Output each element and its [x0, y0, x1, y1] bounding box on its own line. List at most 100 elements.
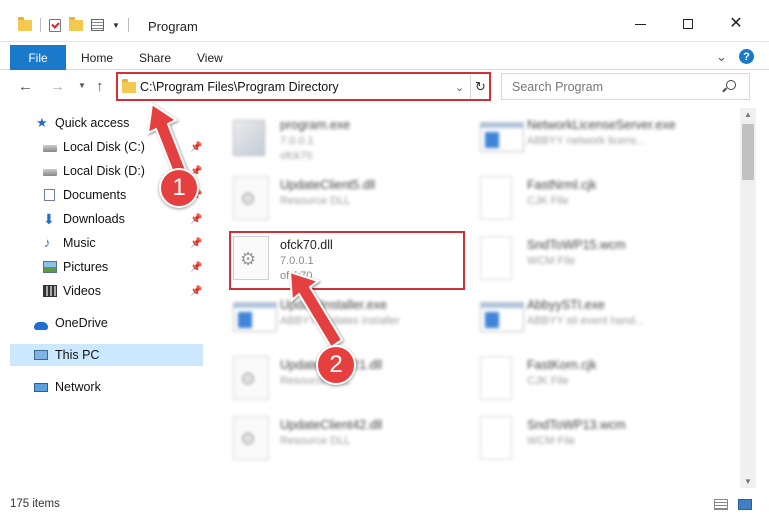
cloud-icon: [34, 322, 48, 330]
file-name: UpdateClient5.dll: [280, 178, 376, 192]
recent-locations-chevron-icon[interactable]: ▼: [78, 81, 86, 90]
expand-ribbon-chevron-icon[interactable]: ⌄: [716, 49, 727, 65]
sidebar-item-label: Downloads: [63, 212, 125, 226]
search-box[interactable]: Search Program: [501, 73, 750, 100]
help-icon[interactable]: ?: [739, 49, 754, 64]
sidebar-item-music[interactable]: ♪ Music 📌: [10, 232, 203, 254]
address-history-chevron-icon[interactable]: ⌄: [455, 81, 464, 94]
sidebar-item-downloads[interactable]: ⬇ Downloads 📌: [10, 208, 203, 230]
file-list: program.exe 7.0.0.1 ofck70 UpdateClient5…: [205, 108, 740, 488]
maximize-button[interactable]: [674, 14, 702, 34]
document-icon: [480, 176, 512, 220]
exe-window-icon: [233, 302, 277, 332]
minimize-button[interactable]: [626, 14, 654, 34]
drive-icon: [43, 145, 57, 152]
file-name: FastKorn.cjk: [527, 358, 597, 372]
customize-toolbar-chevron-icon[interactable]: ▼: [112, 21, 120, 30]
status-bar: 175 items: [0, 494, 769, 516]
tab-home[interactable]: Home: [81, 51, 113, 65]
file-type: Resource DLL: [280, 195, 351, 207]
pin-icon[interactable]: 📌: [190, 142, 202, 153]
drive-icon: [43, 169, 57, 176]
address-row: ← → ▼ ↑ C:\Program Files\Program Directo…: [0, 72, 769, 102]
sidebar-item-quick-access[interactable]: ★ Quick access: [10, 112, 203, 134]
dll-gear-icon: [233, 236, 269, 280]
list-item[interactable]: FastNrml.cjk CJK File: [480, 174, 720, 230]
sidebar-item-label: Documents: [63, 188, 127, 202]
list-item[interactable]: UpdateInstaller.exe ABBYY updates instal…: [233, 294, 473, 350]
list-item[interactable]: UpdateClient42.dll Resource DLL: [233, 414, 473, 470]
sidebar-item-onedrive[interactable]: OneDrive: [10, 312, 203, 334]
navigation-pane: ★ Quick access Local Disk (C:) 📌 Local D…: [0, 108, 205, 488]
new-folder-icon[interactable]: [69, 16, 83, 31]
program-icon: [233, 120, 265, 156]
sidebar-item-label: OneDrive: [55, 316, 108, 330]
properties-icon[interactable]: [91, 19, 104, 31]
pin-icon[interactable]: 📌: [190, 214, 202, 225]
scroll-up-arrow-icon[interactable]: ▲: [744, 110, 752, 119]
documents-icon: [44, 189, 55, 201]
search-placeholder: Search Program: [512, 80, 604, 94]
address-path[interactable]: C:\Program Files\Program Directory: [140, 80, 339, 94]
back-arrow-icon[interactable]: ←: [18, 78, 33, 95]
list-item[interactable]: program.exe 7.0.0.1 ofck70: [233, 114, 473, 170]
step-badge-1: 1: [159, 168, 199, 208]
details-view-icon[interactable]: [714, 499, 728, 510]
music-note-icon: ♪: [44, 235, 51, 250]
search-icon[interactable]: [726, 80, 736, 90]
close-button[interactable]: ✕: [722, 14, 750, 34]
tab-view[interactable]: View: [197, 51, 223, 65]
item-count: 175 items: [10, 498, 60, 510]
scroll-down-arrow-icon[interactable]: ▼: [744, 477, 752, 486]
large-icons-view-icon[interactable]: [738, 499, 752, 510]
sidebar-item-label: This PC: [55, 348, 100, 362]
file-type: CJK File: [527, 195, 569, 207]
title-bar: ▼ Program ✕: [0, 0, 769, 42]
toolbar-separator: [40, 18, 41, 32]
list-item[interactable]: SndToWP15.wcm WCM File: [480, 234, 720, 290]
forward-arrow-icon[interactable]: →: [50, 78, 65, 95]
pin-icon[interactable]: 📌: [190, 238, 202, 249]
file-type: WCM File: [527, 255, 576, 267]
sidebar-item-label: Music: [63, 236, 96, 250]
refresh-icon[interactable]: ↻: [470, 74, 490, 99]
address-bar[interactable]: C:\Program Files\Program Directory ⌄ ↻: [117, 73, 490, 100]
sidebar-item-label: Network: [55, 380, 101, 394]
properties-check-icon[interactable]: [49, 18, 61, 32]
file-description: ofck70: [280, 150, 313, 162]
vertical-scrollbar[interactable]: ▲ ▼: [740, 108, 756, 488]
scrollbar-thumb[interactable]: [742, 124, 754, 180]
up-arrow-icon[interactable]: ↑: [96, 78, 104, 95]
file-type: CJK File: [527, 375, 569, 387]
exe-window-icon: [480, 302, 524, 332]
star-icon: ★: [36, 115, 48, 130]
file-name: program.exe: [280, 118, 351, 132]
list-item[interactable]: NetworkLicenseServer.exe ABBYY network l…: [480, 114, 720, 170]
sidebar-item-videos[interactable]: Videos 📌: [10, 280, 203, 302]
tab-share[interactable]: Share: [139, 51, 171, 65]
pin-icon[interactable]: 📌: [190, 262, 202, 273]
list-item-ofck70-dll[interactable]: ofck70.dll 7.0.0.1 ofck70: [233, 234, 473, 290]
sidebar-item-label: Local Disk (D:): [63, 164, 145, 178]
list-item[interactable]: UpdateClient5.dll Resource DLL: [233, 174, 473, 230]
pin-icon[interactable]: 📌: [190, 286, 202, 297]
sidebar-item-local-disk-c[interactable]: Local Disk (C:) 📌: [10, 136, 203, 158]
download-arrow-icon: ⬇: [43, 211, 55, 227]
sidebar-item-label: Quick access: [55, 116, 130, 130]
list-item[interactable]: FastKorn.cjk CJK File: [480, 354, 720, 410]
file-type: WCM File: [527, 435, 576, 447]
file-description: ABBYY sti event hand...: [527, 315, 645, 327]
file-name: ofck70.dll: [280, 238, 333, 252]
list-item[interactable]: SndToWP13.wcm WCM File: [480, 414, 720, 470]
sidebar-item-this-pc[interactable]: This PC: [10, 344, 203, 366]
tab-file[interactable]: File: [10, 45, 66, 70]
sidebar-item-network[interactable]: Network: [10, 376, 203, 398]
file-description: ABBYY updates installer: [280, 315, 400, 327]
file-type: Resource DLL: [280, 435, 351, 447]
list-item[interactable]: AbbyySTI.exe ABBYY sti event hand...: [480, 294, 720, 350]
folder-icon[interactable]: [18, 16, 32, 31]
document-icon: [480, 236, 512, 280]
dll-gear-icon: [233, 416, 269, 460]
file-version: 7.0.0.1: [280, 135, 314, 147]
sidebar-item-pictures[interactable]: Pictures 📌: [10, 256, 203, 278]
